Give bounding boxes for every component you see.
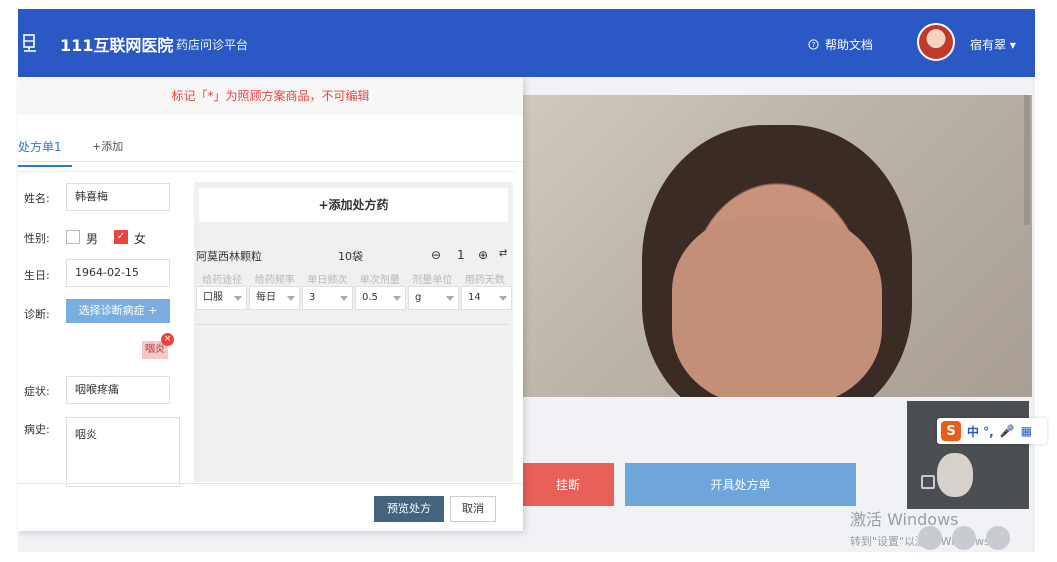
video-scrollbar[interactable] — [1024, 95, 1030, 225]
reorder-icon[interactable]: ⇄ — [499, 248, 507, 259]
header-days: 用药天数 — [464, 275, 505, 286]
unit-value: g — [415, 292, 422, 303]
svg-text:?: ? — [812, 41, 816, 49]
user-name: 宿有翠 — [970, 38, 1007, 52]
help-docs-label: 帮助文档 — [825, 38, 874, 52]
birth-label: 生日: — [24, 269, 50, 282]
gender-label: 性别: — [24, 232, 50, 245]
tab-prescription-1[interactable]: 处方单1 — [18, 138, 72, 167]
speaker-control-icon[interactable] — [952, 526, 976, 550]
dose-value: 0.5 — [362, 292, 378, 303]
sogou-logo-icon: S — [941, 421, 961, 441]
prescribe-button[interactable]: 开具处方单 — [625, 463, 856, 506]
gender-female-checkbox[interactable]: ✓ — [114, 230, 128, 244]
drug-count: 1 — [457, 248, 465, 262]
chevron-down-icon — [393, 296, 401, 301]
drug-divider — [196, 324, 508, 325]
chevron-down-icon — [499, 296, 507, 301]
header-dose: 单次剂量 — [359, 275, 400, 286]
add-drug-button[interactable]: +添加处方药 — [199, 188, 508, 222]
patient-video — [522, 95, 1032, 397]
microphone-icon[interactable]: 🎤 — [1000, 424, 1015, 438]
gender-female-label: 女 — [134, 232, 147, 246]
chevron-down-icon — [234, 296, 242, 301]
days-select[interactable]: 14 — [461, 286, 512, 310]
frequency-select[interactable]: 每日 — [249, 286, 300, 310]
days-value: 14 — [468, 292, 481, 303]
pip-toggle-icon[interactable] — [921, 475, 935, 489]
diagnosis-label: 诊断: — [24, 308, 50, 321]
modal-footer: 预览处方 取消 — [18, 483, 523, 531]
keyboard-icon[interactable]: ▦ — [1021, 424, 1032, 438]
name-label: 姓名: — [24, 192, 50, 205]
plus-icon[interactable]: ⊕ — [478, 248, 488, 262]
name-field[interactable]: 韩喜梅 — [66, 183, 170, 211]
ime-mode-label: 中 °, — [967, 424, 994, 439]
chevron-down-icon — [446, 296, 454, 301]
chevron-down-icon: ▾ — [1009, 38, 1016, 52]
select-diagnosis-button[interactable]: 选择诊断病症 + — [66, 299, 170, 323]
header-route: 给药途径 — [202, 275, 243, 286]
divider — [18, 171, 514, 172]
unit-select[interactable]: g — [408, 286, 459, 310]
prescription-tabs: 处方单1 +添加 — [18, 132, 523, 167]
dose-select[interactable]: 0.5 — [355, 286, 406, 310]
drug-quantity: 10袋 — [338, 250, 363, 263]
header-frequency: 给药频率 — [254, 275, 295, 286]
chevron-down-icon — [287, 296, 295, 301]
drug-name: 阿莫西林颗粒 — [196, 250, 262, 263]
daily-times-select[interactable]: 3 — [302, 286, 353, 310]
route-select[interactable]: 口服 — [196, 286, 247, 310]
user-avatar[interactable] — [917, 23, 955, 61]
cancel-button[interactable]: 取消 — [450, 496, 496, 522]
ime-toolbar[interactable]: S 中 °, 🎤 ▦ — [937, 418, 1047, 444]
top-bar: 111互联网医院 药店问诊平台 ? 帮助文档 宿有翠 ▾ — [18, 9, 1035, 77]
route-value: 口服 — [203, 292, 223, 303]
self-video-person — [937, 453, 973, 497]
minus-icon[interactable]: ⊖ — [431, 248, 441, 262]
daily-times-value: 3 — [309, 292, 316, 303]
preview-button[interactable]: 预览处方 — [374, 496, 444, 522]
diagnosis-tag-label: 咽炎 — [145, 344, 165, 355]
diagnosis-tag: 咽炎 × — [142, 333, 174, 359]
remove-tag-icon[interactable]: × — [161, 333, 174, 346]
symptom-label: 症状: — [24, 385, 50, 398]
header-daily-times: 单日频次 — [307, 275, 348, 286]
camera-control-icon[interactable] — [986, 526, 1010, 550]
symptom-field[interactable]: 咽喉疼痛 — [66, 376, 170, 404]
patient-face — [672, 215, 882, 397]
edit-notice: 标记「*」为照顾方案商品，不可编辑 — [18, 77, 523, 115]
gender-male-checkbox[interactable] — [66, 230, 80, 244]
help-icon: ? — [808, 39, 819, 50]
history-label: 病史: — [24, 423, 50, 436]
drug-panel: +添加处方药 阿莫西林颗粒 10袋 ⊖ 1 ⊕ ⇄ 给药途径 给药频率 单日频次… — [194, 182, 513, 482]
frequency-value: 每日 — [256, 292, 276, 303]
call-control-icons — [918, 526, 1010, 550]
hangup-button[interactable]: 挂断 — [522, 463, 614, 506]
hospital-logo-icon — [23, 34, 36, 52]
help-docs-link[interactable]: ? 帮助文档 — [808, 36, 873, 53]
dosage-headers: 给药途径 给药频率 单日频次 单次剂量 剂量单位 用药天数 — [196, 271, 512, 286]
brand-title: 111互联网医院 — [60, 36, 174, 55]
header-unit: 剂量单位 — [412, 275, 453, 286]
chevron-down-icon — [340, 296, 348, 301]
history-field[interactable]: 咽炎 — [66, 417, 180, 487]
dosage-selects: 口服 每日 3 0.5 g 14 — [196, 286, 512, 310]
mic-control-icon[interactable] — [918, 526, 942, 550]
platform-subtitle: 药店问诊平台 — [176, 38, 249, 52]
gender-male-label: 男 — [86, 232, 99, 246]
user-menu[interactable]: 宿有翠 ▾ — [970, 36, 1016, 53]
tab-add[interactable]: +添加 — [92, 138, 123, 154]
birth-field[interactable]: 1964-02-15 — [66, 259, 170, 287]
prescription-modal: 标记「*」为照顾方案商品，不可编辑 处方单1 +添加 姓名: 韩喜梅 性别: 男… — [18, 77, 523, 531]
